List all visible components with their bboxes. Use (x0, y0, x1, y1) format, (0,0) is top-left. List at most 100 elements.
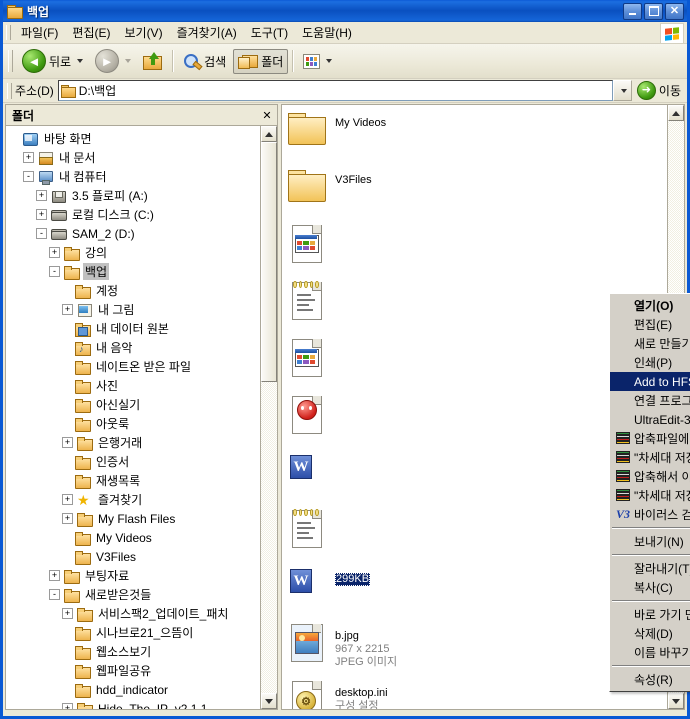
scroll-thumb[interactable] (261, 142, 277, 382)
expand-icon[interactable]: + (62, 494, 73, 505)
maximize-button[interactable] (644, 2, 663, 20)
search-button[interactable]: 검색 (178, 49, 231, 74)
menu-grip[interactable] (6, 25, 11, 40)
collapse-icon[interactable]: - (23, 171, 34, 182)
menu-help[interactable]: 도움말(H) (295, 24, 359, 42)
back-button[interactable]: ◄ 뒤로 (17, 45, 88, 77)
tree-item[interactable]: hdd_indicator (10, 680, 260, 699)
scroll-down-button[interactable] (668, 693, 684, 709)
tree-item[interactable]: + 부팅자료 (10, 566, 260, 585)
collapse-icon[interactable]: - (36, 228, 47, 239)
file-list-item[interactable]: My Videos (286, 109, 667, 161)
expand-icon[interactable]: + (49, 247, 60, 258)
menu-favorites[interactable]: 즐겨찾기(A) (170, 24, 244, 42)
go-button[interactable]: ➜ 이동 (636, 81, 685, 100)
toolbar-grip[interactable] (8, 50, 13, 72)
tree-item[interactable]: + 은행거래 (10, 433, 260, 452)
context-menu-item[interactable]: V3바이러스 검사(A) (610, 505, 690, 524)
up-button[interactable] (138, 48, 168, 74)
context-menu-item[interactable]: "차세대 저장장치들.rar"에 추가(T) (610, 448, 690, 467)
tree-item[interactable]: 웹소스보기 (10, 642, 260, 661)
expand-icon[interactable]: + (23, 152, 34, 163)
tree-item[interactable]: 사진 (10, 376, 260, 395)
tree-item[interactable]: 내 데이터 원본 (10, 319, 260, 338)
context-menu-item[interactable]: 압축파일에 추가(A)... (610, 429, 690, 448)
context-menu-item[interactable]: 바로 가기 만들기(S) (610, 605, 690, 624)
context-menu-item[interactable]: 잘라내기(T) (610, 559, 690, 578)
expand-icon[interactable]: + (36, 190, 47, 201)
tree-item[interactable]: + 내 그림 (10, 300, 260, 319)
tree-item[interactable]: + 서비스팩2_업데이트_패치 (10, 604, 260, 623)
tree-item[interactable]: - 새로받은것들 (10, 585, 260, 604)
folder-tree[interactable]: 바탕 화면 + 내 문서 - 내 컴퓨터 +3.5 플로피 (A:) + 로컬 디스크 (C:… (6, 126, 260, 709)
tree-item[interactable]: My Videos (10, 528, 260, 547)
expand-icon[interactable]: + (36, 209, 47, 220)
scroll-track[interactable] (261, 142, 277, 693)
tree-item[interactable]: + ★ 즐겨찾기 (10, 490, 260, 509)
address-grip[interactable] (7, 82, 12, 99)
expand-icon[interactable]: + (49, 570, 60, 581)
context-menu-item[interactable]: UltraEdit-32 (610, 410, 690, 429)
tree-item[interactable]: + My Flash Files (10, 509, 260, 528)
tree-item[interactable]: + 로컬 디스크 (C:) (10, 205, 260, 224)
context-menu-item[interactable]: 삭제(D) (610, 624, 690, 643)
context-menu-item[interactable]: 새로 만들기(N) (610, 334, 690, 353)
tree-item[interactable]: - 백업 (10, 262, 260, 281)
expand-icon[interactable]: + (62, 513, 73, 524)
context-menu-item[interactable]: Add to HFS (610, 372, 690, 391)
menu-tools[interactable]: 도구(T) (244, 24, 295, 42)
tree-item[interactable]: 웹파일공유 (10, 661, 260, 680)
back-dropdown-icon[interactable] (77, 59, 84, 63)
tree-item[interactable]: ♪ 내 음악 (10, 338, 260, 357)
address-dropdown-button[interactable] (612, 80, 632, 101)
scroll-up-button[interactable] (261, 126, 277, 142)
context-menu-item[interactable]: 복사(C) (610, 578, 690, 597)
address-input[interactable]: D:\백업 (57, 80, 613, 101)
context-menu[interactable]: 열기(O) 편집(E) 새로 만들기(N) 인쇄(P) Add to HFS 연결 프로그… (609, 293, 690, 692)
scroll-down-button[interactable] (261, 693, 277, 709)
tree-item[interactable]: 재생목록 (10, 471, 260, 490)
close-button[interactable]: ✕ (665, 2, 684, 20)
context-menu-item[interactable]: 연결 프로그램(H) (610, 391, 690, 410)
tree-item[interactable]: - SAM_2 (D:) (10, 224, 260, 243)
tree-item[interactable]: 바탕 화면 (10, 129, 260, 148)
folders-button[interactable]: 폴더 (233, 48, 289, 74)
context-menu-item[interactable]: 열기(O) (610, 296, 690, 315)
menu-file[interactable]: 파일(F) (14, 24, 65, 42)
views-dropdown-icon[interactable] (326, 59, 333, 63)
context-menu-item[interactable]: 이름 바꾸기(M) (610, 643, 690, 662)
forward-button[interactable]: ► (90, 45, 136, 77)
context-menu-item[interactable]: 편집(E) (610, 315, 690, 334)
tree-item[interactable]: 시나브로21_으뜸이 (10, 623, 260, 642)
expand-icon[interactable]: + (62, 437, 73, 448)
menu-view[interactable]: 보기(V) (117, 24, 169, 42)
context-menu-item[interactable]: "차세대 저장장치들.rar"(으)로 압축해서 이메일 보내기 (610, 486, 690, 505)
forward-dropdown-icon[interactable] (125, 59, 132, 63)
folder-tree-scrollbar[interactable] (260, 126, 277, 709)
tree-item[interactable]: - 내 컴퓨터 (10, 167, 260, 186)
context-menu-item[interactable]: 속성(R) (610, 670, 690, 689)
tree-item[interactable]: + 강의 (10, 243, 260, 262)
file-list-item[interactable]: V3Files (286, 166, 667, 218)
expand-icon[interactable]: + (62, 703, 73, 709)
context-menu-item[interactable]: 압축해서 이메일 보내기... (610, 467, 690, 486)
expand-icon[interactable]: + (62, 304, 73, 315)
tree-item[interactable]: 네이트온 받은 파일 (10, 357, 260, 376)
tree-item[interactable]: + 내 문서 (10, 148, 260, 167)
scroll-up-button[interactable] (668, 105, 684, 121)
menu-edit[interactable]: 편집(E) (65, 24, 117, 42)
minimize-button[interactable] (623, 2, 642, 20)
context-menu-item[interactable]: 인쇄(P) (610, 353, 690, 372)
tree-item[interactable]: 아신실기 (10, 395, 260, 414)
tree-item[interactable]: V3Files (10, 547, 260, 566)
collapse-icon[interactable]: - (49, 266, 60, 277)
context-menu-item[interactable]: 보내기(N) (610, 532, 690, 551)
tree-item[interactable]: 아웃룩 (10, 414, 260, 433)
views-button[interactable] (298, 50, 337, 73)
collapse-icon[interactable]: - (49, 589, 60, 600)
expand-icon[interactable]: + (62, 608, 73, 619)
file-list-item[interactable] (286, 223, 667, 275)
tree-item[interactable]: 인증서 (10, 452, 260, 471)
close-icon[interactable]: ✕ (259, 108, 275, 123)
tree-item[interactable]: 계정 (10, 281, 260, 300)
